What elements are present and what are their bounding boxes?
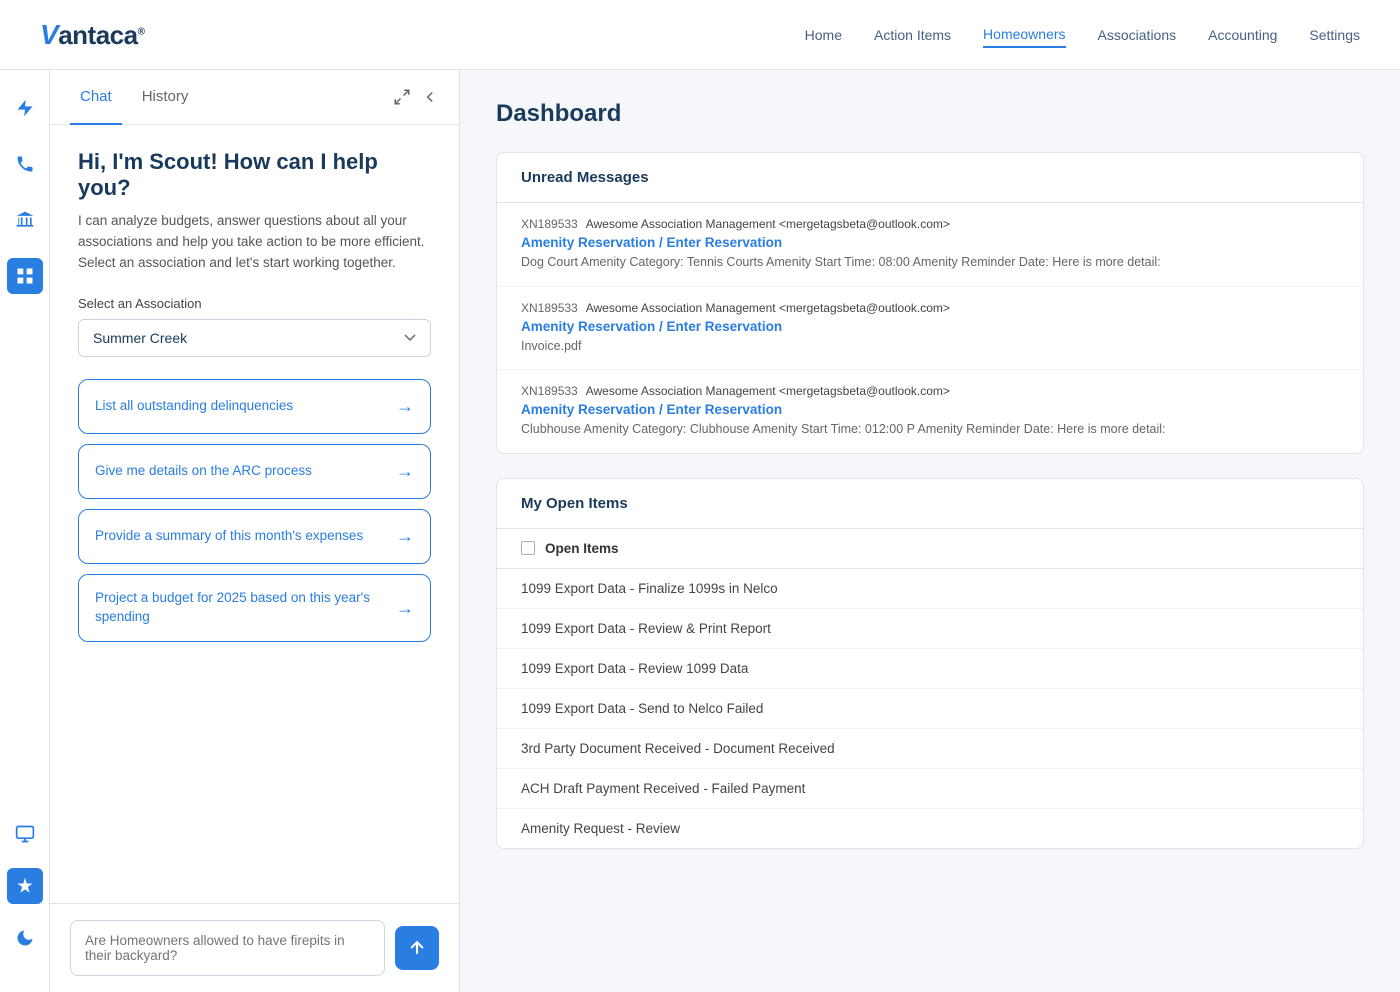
suggestion-expenses[interactable]: Provide a summary of this month's expens… bbox=[78, 509, 431, 564]
message-from: Awesome Association Management <mergetag… bbox=[586, 384, 950, 398]
suggestion-delinquencies[interactable]: List all outstanding delinquencies → bbox=[78, 379, 431, 434]
apps-icon[interactable] bbox=[7, 258, 43, 294]
open-item-row[interactable]: ACH Draft Payment Received - Failed Paym… bbox=[497, 769, 1363, 809]
suggestion-budget-text: Project a budget for 2025 based on this … bbox=[95, 589, 386, 627]
message-meta: XN189533 Awesome Association Management … bbox=[521, 217, 1339, 231]
greeting-title: Hi, I'm Scout! How can I help you? bbox=[78, 149, 431, 201]
association-select[interactable]: Summer Creek bbox=[78, 319, 431, 357]
message-meta: XN189533 Awesome Association Management … bbox=[521, 384, 1339, 398]
suggestion-arrow-2: → bbox=[396, 459, 414, 484]
open-item-row[interactable]: 1099 Export Data - Finalize 1099s in Nel… bbox=[497, 569, 1363, 609]
nav-action-items[interactable]: Action Items bbox=[874, 23, 951, 47]
logo-v: V bbox=[40, 19, 58, 50]
lightning-icon[interactable] bbox=[7, 90, 43, 126]
message-from: Awesome Association Management <mergetag… bbox=[586, 217, 950, 231]
message-id: XN189533 bbox=[521, 301, 578, 315]
tab-history[interactable]: History bbox=[132, 70, 199, 125]
open-items-card: My Open Items Open Items 1099 Export Dat… bbox=[496, 478, 1364, 849]
send-icon bbox=[407, 938, 427, 958]
nav-home[interactable]: Home bbox=[805, 23, 842, 47]
moon-icon[interactable] bbox=[7, 920, 43, 956]
open-item-row[interactable]: 1099 Export Data - Review & Print Report bbox=[497, 609, 1363, 649]
suggestion-expenses-text: Provide a summary of this month's expens… bbox=[95, 527, 363, 546]
tab-actions bbox=[393, 88, 439, 106]
suggestion-arc[interactable]: Give me details on the ARC process → bbox=[78, 444, 431, 499]
message-id: XN189533 bbox=[521, 384, 578, 398]
suggestion-delinquencies-text: List all outstanding delinquencies bbox=[95, 397, 293, 416]
sidebar-icons bbox=[0, 70, 50, 992]
message-item[interactable]: XN189533 Awesome Association Management … bbox=[497, 203, 1363, 287]
nav-settings[interactable]: Settings bbox=[1309, 23, 1360, 47]
dashboard: Dashboard Unread Messages XN189533 Aweso… bbox=[460, 70, 1400, 992]
expand-icon[interactable] bbox=[393, 88, 411, 106]
top-bar: Vantaca® Home Action Items Homeowners As… bbox=[0, 0, 1400, 70]
monitor-icon[interactable] bbox=[7, 816, 43, 852]
message-item[interactable]: XN189533 Awesome Association Management … bbox=[497, 287, 1363, 371]
open-items-label: Open Items bbox=[545, 541, 619, 556]
nav-accounting[interactable]: Accounting bbox=[1208, 23, 1277, 47]
unread-messages-card: Unread Messages XN189533 Awesome Associa… bbox=[496, 152, 1364, 454]
open-items-header: Open Items bbox=[497, 529, 1363, 569]
open-items-checkbox[interactable] bbox=[521, 541, 535, 555]
chat-body: Hi, I'm Scout! How can I help you? I can… bbox=[50, 125, 459, 903]
chat-input-area bbox=[50, 903, 459, 992]
message-subject: Amenity Reservation / Enter Reservation bbox=[521, 402, 1339, 417]
suggestion-arrow-4: → bbox=[396, 596, 414, 621]
message-preview: Invoice.pdf bbox=[521, 338, 1339, 356]
tab-chat[interactable]: Chat bbox=[70, 70, 122, 125]
message-preview: Clubhouse Amenity Category: Clubhouse Am… bbox=[521, 421, 1339, 439]
main-layout: Chat History Hi, I'm Scout! How can I he… bbox=[0, 70, 1400, 992]
message-meta: XN189533 Awesome Association Management … bbox=[521, 301, 1339, 315]
main-nav: Home Action Items Homeowners Association… bbox=[805, 22, 1360, 48]
message-subject: Amenity Reservation / Enter Reservation bbox=[521, 235, 1339, 250]
phone-icon[interactable] bbox=[7, 146, 43, 182]
logo: Vantaca® bbox=[40, 19, 144, 51]
chat-send-button[interactable] bbox=[395, 926, 439, 970]
open-item-row[interactable]: 3rd Party Document Received - Document R… bbox=[497, 729, 1363, 769]
open-items-section-header: My Open Items bbox=[497, 479, 1363, 529]
suggestion-arrow-1: → bbox=[396, 394, 414, 419]
chat-input[interactable] bbox=[70, 920, 385, 976]
logo-wordmark: antaca bbox=[58, 20, 137, 50]
suggestion-budget[interactable]: Project a budget for 2025 based on this … bbox=[78, 574, 431, 642]
message-preview: Dog Court Amenity Category: Tennis Court… bbox=[521, 254, 1339, 272]
logo-trademark: ® bbox=[138, 26, 145, 37]
message-from: Awesome Association Management <mergetag… bbox=[586, 301, 950, 315]
sidebar-bottom bbox=[7, 816, 43, 972]
bank-icon[interactable] bbox=[7, 202, 43, 238]
suggestion-arrow-3: → bbox=[396, 524, 414, 549]
open-item-row[interactable]: 1099 Export Data - Review 1099 Data bbox=[497, 649, 1363, 689]
star-icon[interactable] bbox=[7, 868, 43, 904]
open-item-row[interactable]: 1099 Export Data - Send to Nelco Failed bbox=[497, 689, 1363, 729]
suggestion-arc-text: Give me details on the ARC process bbox=[95, 462, 312, 481]
chat-tabs: Chat History bbox=[50, 70, 459, 125]
chat-panel: Chat History Hi, I'm Scout! How can I he… bbox=[50, 70, 460, 992]
message-subject: Amenity Reservation / Enter Reservation bbox=[521, 319, 1339, 334]
dashboard-title: Dashboard bbox=[496, 100, 1364, 128]
nav-homeowners[interactable]: Homeowners bbox=[983, 22, 1065, 48]
select-association-label: Select an Association bbox=[78, 296, 431, 311]
greeting-desc: I can analyze budgets, answer questions … bbox=[78, 211, 431, 274]
nav-associations[interactable]: Associations bbox=[1098, 23, 1177, 47]
unread-messages-header: Unread Messages bbox=[497, 153, 1363, 203]
message-id: XN189533 bbox=[521, 217, 578, 231]
collapse-icon[interactable] bbox=[421, 88, 439, 106]
message-item[interactable]: XN189533 Awesome Association Management … bbox=[497, 370, 1363, 453]
open-item-row[interactable]: Amenity Request - Review bbox=[497, 809, 1363, 848]
